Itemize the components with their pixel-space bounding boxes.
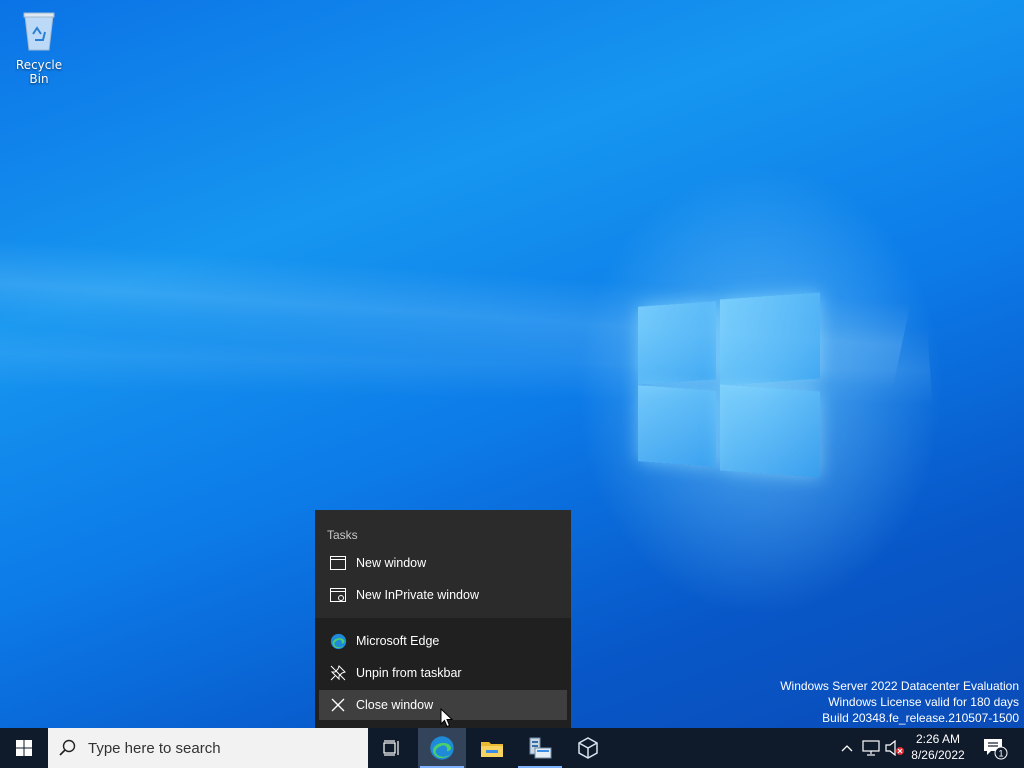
- edge-jump-list: Tasks New window New InPrivate window Mi…: [315, 510, 571, 728]
- clock-time: 2:26 AM: [915, 732, 961, 746]
- network-icon: [862, 740, 880, 756]
- cube-icon: [578, 737, 598, 759]
- new-window-item[interactable]: New window: [319, 548, 567, 578]
- taskbar-server-manager-button[interactable]: [516, 728, 564, 768]
- close-icon: [323, 698, 353, 712]
- start-button[interactable]: [0, 728, 48, 768]
- recycle-bin-shortcut[interactable]: Recycle Bin: [6, 8, 72, 86]
- recycle-bin-label: Recycle Bin: [15, 58, 63, 86]
- new-window-label: New window: [356, 556, 427, 570]
- inprivate-window-icon: [323, 587, 353, 603]
- edge-icon: [323, 633, 353, 650]
- search-icon: [48, 739, 88, 757]
- taskbar-edge-button[interactable]: [418, 728, 466, 768]
- search-box[interactable]: Type here to search: [48, 728, 368, 768]
- task-view-button[interactable]: [368, 728, 416, 768]
- system-clock[interactable]: 2:26 AM 8/26/2022: [906, 731, 970, 763]
- microsoft-edge-label: Microsoft Edge: [356, 634, 440, 648]
- unpin-icon: [323, 665, 353, 681]
- unpin-from-taskbar-label: Unpin from taskbar: [356, 666, 462, 680]
- new-inprivate-window-item[interactable]: New InPrivate window: [319, 580, 567, 610]
- clock-date: 8/26/2022: [911, 748, 965, 762]
- taskbar-file-explorer-button[interactable]: [468, 728, 516, 768]
- volume-muted-icon: [885, 740, 904, 756]
- volume-button[interactable]: [884, 728, 906, 768]
- windows-start-icon: [16, 740, 32, 756]
- action-center-button[interactable]: 1: [980, 728, 1010, 768]
- search-placeholder: Type here to search: [88, 739, 221, 757]
- watermark-edition: Windows Server 2022 Datacenter Evaluatio…: [780, 679, 1019, 693]
- edge-icon: [430, 736, 454, 760]
- tasks-header: Tasks: [327, 528, 358, 542]
- chevron-up-icon: [841, 745, 853, 752]
- unpin-from-taskbar-item[interactable]: Unpin from taskbar: [319, 658, 567, 688]
- watermark-license: Windows License valid for 180 days: [828, 695, 1019, 709]
- notification-count: 1: [998, 749, 1003, 759]
- jump-list-tasks-section: Tasks New window New InPrivate window: [315, 510, 571, 618]
- network-status-button[interactable]: [860, 728, 882, 768]
- os-watermark: Windows Server 2022 Datacenter Evaluatio…: [780, 678, 1019, 726]
- show-hidden-icons-button[interactable]: [838, 728, 856, 768]
- mouse-cursor: [440, 708, 454, 728]
- recycle-bin-icon: [23, 12, 55, 51]
- microsoft-edge-item[interactable]: Microsoft Edge: [319, 626, 567, 656]
- taskbar: Type here to search 2:26 AM 8/26/2022 1: [0, 728, 1024, 768]
- watermark-build: Build 20348.fe_release.210507-1500: [822, 711, 1019, 725]
- task-view-icon: [383, 740, 399, 756]
- windows-logo-wallpaper: [636, 290, 822, 480]
- server-manager-icon: [529, 737, 552, 759]
- window-icon: [323, 556, 353, 570]
- new-inprivate-window-label: New InPrivate window: [356, 588, 479, 602]
- notification-icon: 1: [984, 739, 1008, 760]
- taskbar-virtualbox-button[interactable]: [564, 728, 612, 768]
- folder-icon: [481, 742, 503, 757]
- close-window-label: Close window: [356, 698, 434, 712]
